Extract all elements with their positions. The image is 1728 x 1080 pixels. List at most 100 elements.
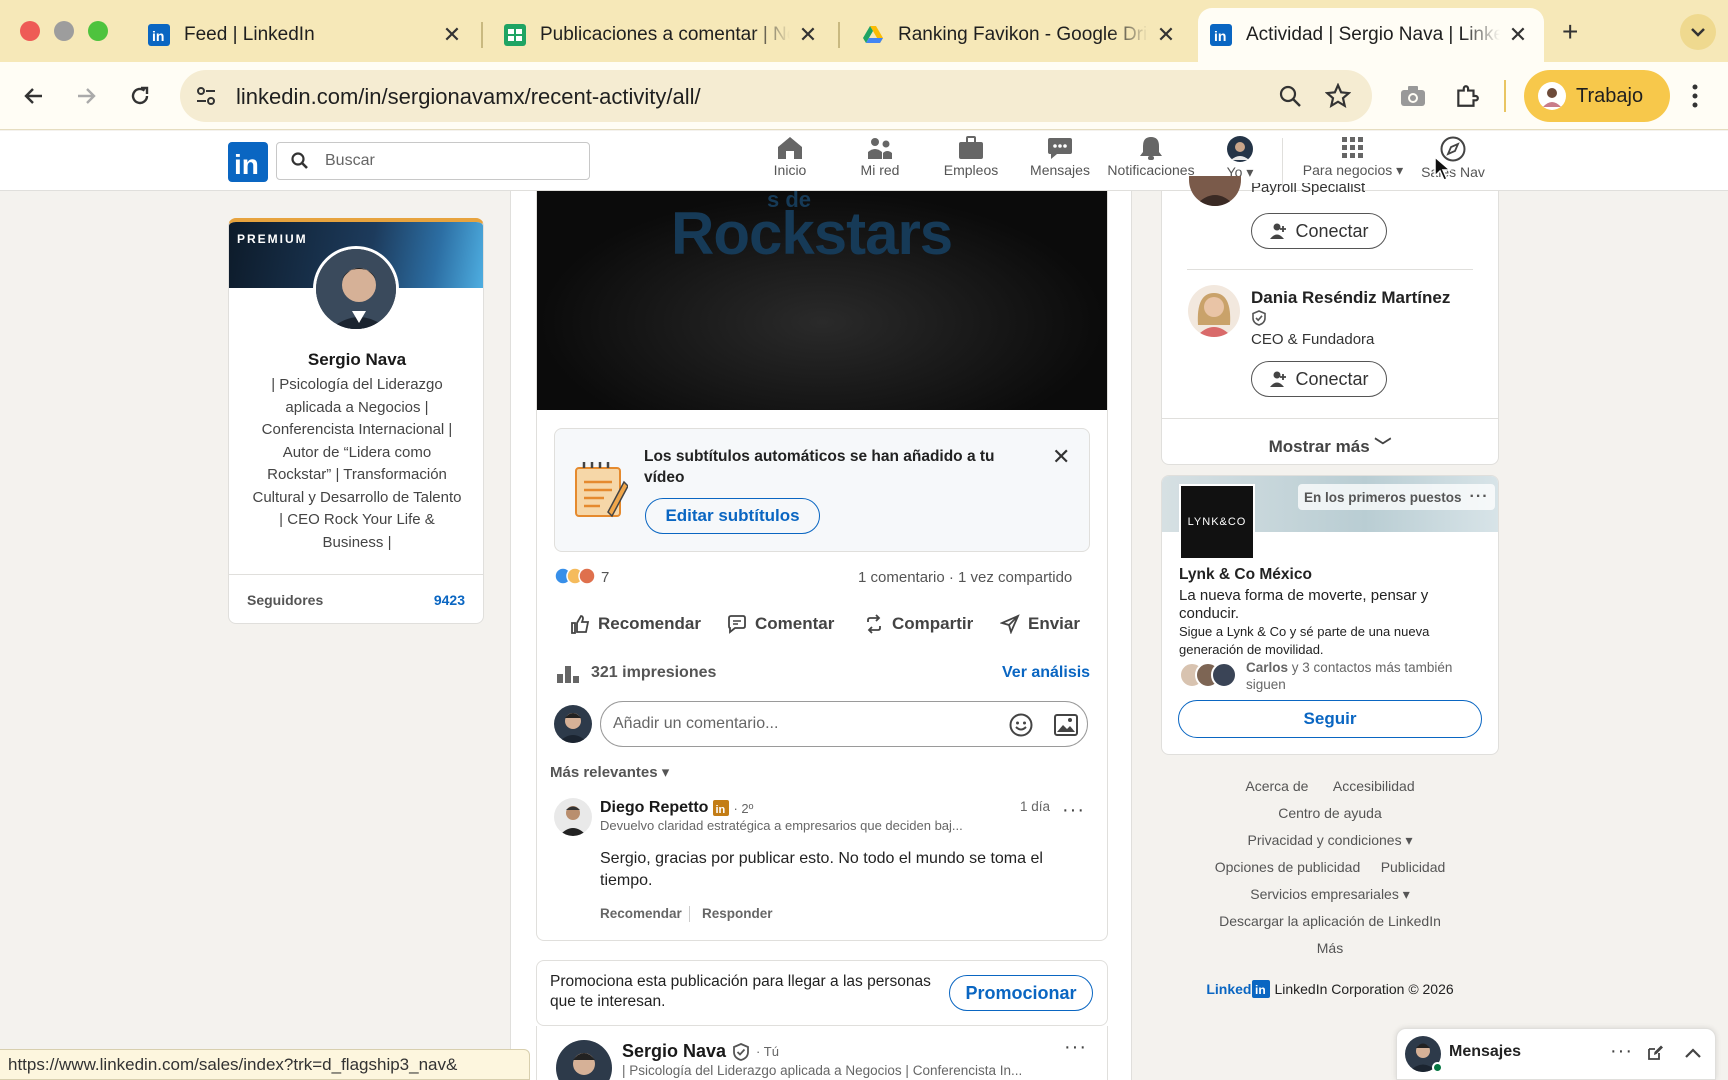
- new-tab-icon[interactable]: +: [1562, 16, 1578, 48]
- action-label: Recomendar: [598, 614, 701, 633]
- briefcase-icon: [959, 136, 983, 159]
- compose-icon[interactable]: [1646, 1044, 1664, 1062]
- footer-link-ayuda[interactable]: Centro de ayuda: [1278, 805, 1382, 821]
- camera-icon[interactable]: [1400, 85, 1426, 107]
- followers-count[interactable]: 9423: [434, 592, 465, 608]
- comment-author-headline: Devuelvo claridad estratégica a empresar…: [600, 818, 963, 833]
- chevron-up-icon[interactable]: [1684, 1047, 1702, 1059]
- more-options-icon[interactable]: ···: [1064, 1036, 1087, 1059]
- tab-title: Feed | LinkedIn: [184, 24, 315, 45]
- browser-menu-icon[interactable]: [1692, 84, 1698, 108]
- footer-link-servicios[interactable]: Servicios empresariales ▾: [1250, 886, 1410, 902]
- browser-tab-actividad[interactable]: in Actividad | Sergio Nava | LinkedIn ✕: [1198, 8, 1544, 62]
- close-window-button[interactable]: [20, 21, 40, 41]
- action-label: Comentar: [755, 614, 835, 633]
- grid-icon: [1342, 137, 1363, 158]
- footer-row-6: Descargar la aplicación de LinkedIn: [1161, 913, 1499, 931]
- show-more-button[interactable]: Mostrar más ﹀: [1161, 432, 1499, 457]
- tab-search-button[interactable]: [1680, 14, 1716, 50]
- nav-mensajes[interactable]: Mensajes: [1028, 136, 1092, 186]
- next-post-author[interactable]: Sergio Nava · Tú: [622, 1041, 779, 1062]
- avatar[interactable]: [1188, 285, 1240, 337]
- nav-para-negocios[interactable]: Para negocios ▾: [1298, 136, 1408, 186]
- back-icon[interactable]: [22, 84, 46, 108]
- sort-dropdown[interactable]: Más relevantes ▾: [550, 763, 669, 781]
- comment-author[interactable]: Diego Repetto in · 2º: [600, 799, 753, 817]
- connect-button[interactable]: Conectar: [1251, 361, 1387, 397]
- ad-description: Sigue a Lynk & Co y sé parte de una nuev…: [1179, 624, 1430, 657]
- edit-subtitles-button[interactable]: Editar subtítulos: [645, 498, 820, 534]
- close-tab-icon[interactable]: ✕: [442, 22, 462, 47]
- comment-placeholder: Añadir un comentario...: [613, 715, 779, 732]
- browser-tab-drive[interactable]: Ranking Favikon - Google Drive ✕: [854, 8, 1184, 62]
- close-tab-icon[interactable]: ✕: [798, 22, 818, 47]
- footer-link-publicidad[interactable]: Publicidad: [1381, 859, 1446, 875]
- send-button[interactable]: Enviar: [1000, 608, 1080, 640]
- extensions-icon[interactable]: [1454, 83, 1480, 109]
- reload-icon[interactable]: [128, 84, 152, 108]
- lynkco-logo[interactable]: LYNK&CO: [1179, 484, 1255, 560]
- image-icon[interactable]: [1054, 714, 1078, 736]
- follow-button[interactable]: Seguir: [1178, 700, 1482, 738]
- close-tab-icon[interactable]: ✕: [1508, 22, 1528, 47]
- footer-link-descargar[interactable]: Descargar la aplicación de LinkedIn: [1219, 913, 1441, 929]
- nav-inicio[interactable]: Inicio: [770, 136, 810, 186]
- nav-empleos[interactable]: Empleos: [940, 136, 1002, 186]
- comment-button[interactable]: Comentar: [727, 608, 834, 640]
- nav-notificaciones[interactable]: Notificaciones: [1104, 136, 1198, 186]
- more-options-icon[interactable]: ···: [1062, 799, 1085, 822]
- footer-link-mas[interactable]: Más: [1317, 940, 1343, 956]
- post-stats[interactable]: 1 comentario · 1 vez compartido: [858, 569, 1072, 586]
- linkedin-logo-icon[interactable]: in: [228, 142, 268, 182]
- footer-link-privacidad[interactable]: Privacidad y condiciones ▾: [1247, 832, 1412, 848]
- emoji-icon[interactable]: [1009, 713, 1033, 737]
- footer-link-label: Privacidad y condiciones: [1247, 832, 1402, 848]
- connect-button[interactable]: Conectar: [1251, 213, 1387, 249]
- browser-profile-button[interactable]: Trabajo: [1524, 70, 1670, 122]
- promote-button[interactable]: Promocionar: [949, 975, 1093, 1011]
- nav-mi-red[interactable]: Mi red: [856, 136, 904, 186]
- bookmark-star-icon[interactable]: [1325, 83, 1351, 109]
- reaction-count[interactable]: 7: [601, 569, 609, 586]
- verified-icon: [1251, 310, 1267, 326]
- ad-social-proof: Carlos y 3 contactos más también siguen: [1246, 659, 1482, 693]
- browser-tab-feed[interactable]: in Feed | LinkedIn ✕: [140, 8, 470, 62]
- ad-company[interactable]: Lynk & Co México: [1179, 566, 1312, 584]
- nav-sales-nav[interactable]: Sales Nav: [1420, 136, 1486, 186]
- notepad-icon: [574, 462, 628, 518]
- avatar[interactable]: [554, 798, 592, 836]
- like-button[interactable]: Recomendar: [570, 608, 701, 640]
- more-options-icon[interactable]: ···: [1470, 488, 1489, 506]
- view-analytics-link[interactable]: Ver análisis: [1002, 664, 1090, 682]
- comment-reply-button[interactable]: Responder: [702, 906, 773, 921]
- browser-tab-notion[interactable]: Publicaciones a comentar | Notion ✕: [496, 8, 826, 62]
- minimize-window-button[interactable]: [54, 21, 74, 41]
- linkedin-icon: in: [1210, 24, 1232, 46]
- footer-link-acerca[interactable]: Acerca de: [1245, 778, 1308, 794]
- nav-divider: [1282, 138, 1283, 186]
- forward-icon[interactable]: [74, 84, 98, 108]
- tab-title: Publicaciones a comentar | Notion: [540, 24, 790, 45]
- reactions-icons[interactable]: [554, 567, 598, 585]
- chevron-down-icon: [1691, 28, 1705, 37]
- profile-name[interactable]: Sergio Nava: [229, 350, 483, 370]
- maximize-window-button[interactable]: [88, 21, 108, 41]
- footer-link-opciones-publicidad[interactable]: Opciones de publicidad: [1215, 859, 1361, 875]
- suggestion-name[interactable]: Dania Reséndiz Martínez: [1251, 288, 1450, 308]
- url-text[interactable]: linkedin.com/in/sergionavamx/recent-acti…: [236, 84, 701, 110]
- avatar: [1538, 82, 1566, 110]
- post-video[interactable]: s de Rockstars: [537, 191, 1107, 410]
- nav-label: Notificaciones: [1107, 162, 1195, 178]
- messaging-bar[interactable]: [1396, 1028, 1716, 1080]
- avatar[interactable]: [313, 246, 399, 332]
- more-options-icon[interactable]: ···: [1610, 1040, 1633, 1063]
- linkedin-icon: in: [1252, 980, 1271, 998]
- close-notice-icon[interactable]: ✕: [1052, 444, 1070, 470]
- site-settings-icon[interactable]: [195, 85, 217, 107]
- search-input[interactable]: Buscar: [276, 142, 590, 180]
- repost-button[interactable]: Compartir: [864, 608, 973, 640]
- close-tab-icon[interactable]: ✕: [1156, 22, 1176, 47]
- zoom-icon[interactable]: [1278, 84, 1302, 108]
- comment-like-button[interactable]: Recomendar: [600, 906, 682, 921]
- footer-link-accesibilidad[interactable]: Accesibilidad: [1333, 778, 1415, 794]
